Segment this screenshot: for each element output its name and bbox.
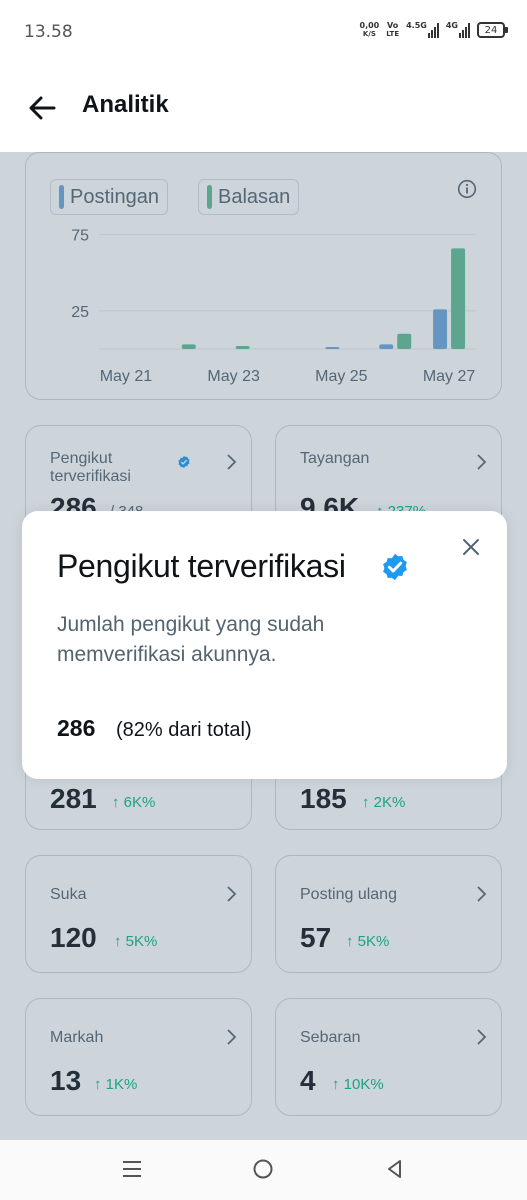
dialog-value: 286 — [57, 715, 96, 741]
back-nav-icon[interactable] — [384, 1158, 406, 1180]
net-speed: 0,00 K/S — [359, 21, 380, 39]
volte-indicator: Vo LTE — [386, 21, 400, 39]
signal-sim2: 4G — [446, 22, 470, 38]
status-icons: 0,00 K/S Vo LTE 4.5G 4G 24 — [359, 21, 508, 39]
arrow-left-icon[interactable] — [24, 90, 60, 126]
battery-icon: 24 — [477, 22, 508, 38]
signal-sim1: 4.5G — [406, 22, 439, 38]
page-title: Analitik — [82, 91, 169, 118]
app-header: Analitik — [0, 64, 527, 152]
info-dialog: Pengikut terverifikasi Jumlah pengikut y… — [22, 511, 507, 779]
menu-icon[interactable] — [121, 1158, 143, 1180]
system-nav-bar — [0, 1140, 527, 1200]
dialog-title: Pengikut terverifikasi — [57, 548, 346, 584]
status-time: 13.58 — [24, 22, 73, 42]
home-icon[interactable] — [252, 1158, 274, 1180]
dialog-percent: (82% dari total) — [116, 719, 252, 741]
close-icon[interactable] — [461, 537, 481, 557]
status-bar: 13.58 0,00 K/S Vo LTE 4.5G 4G 24 — [0, 0, 527, 64]
verified-badge-icon — [383, 553, 407, 581]
dialog-description: Jumlah pengikut yang sudah memverifikasi… — [57, 613, 325, 666]
